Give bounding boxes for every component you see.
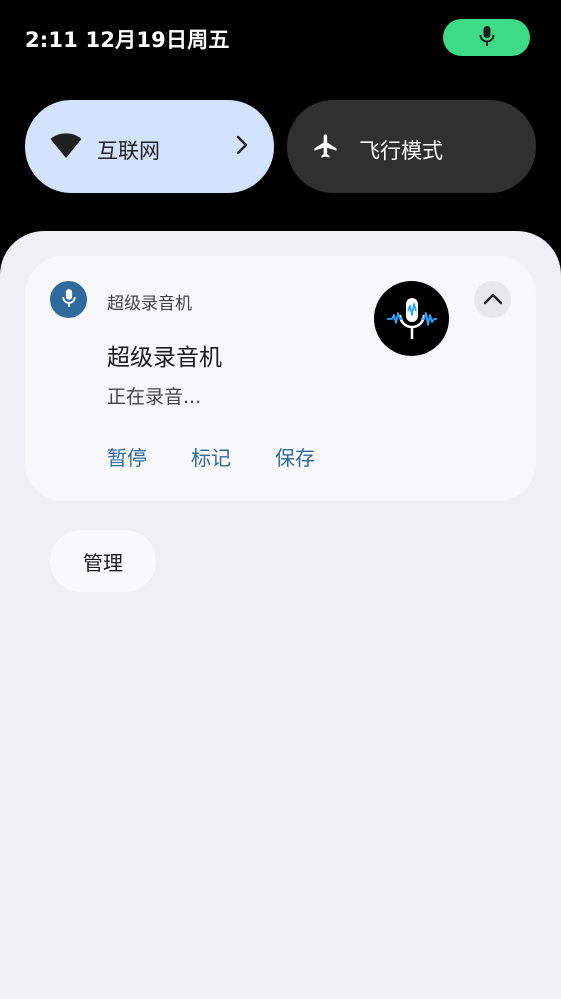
manage-notifications-button[interactable]: 管理 bbox=[50, 530, 156, 592]
mark-action-button[interactable]: 标记 bbox=[191, 442, 231, 471]
app-icon bbox=[50, 281, 87, 318]
mic-in-use-indicator[interactable] bbox=[443, 19, 530, 56]
notification-app-name: 超级录音机 bbox=[107, 294, 192, 314]
notification-actions: 暂停 标记 保存 bbox=[107, 442, 315, 471]
notification-title: 超级录音机 bbox=[107, 345, 222, 371]
quick-tile-internet-label: 互联网 bbox=[97, 139, 160, 163]
microphone-icon bbox=[61, 288, 77, 312]
wifi-icon bbox=[50, 133, 82, 159]
airplane-icon bbox=[312, 132, 340, 160]
notification-text: 正在录音... bbox=[107, 386, 202, 408]
quick-tile-internet[interactable]: 互联网 bbox=[25, 100, 274, 193]
status-bar-datetime: 2:11 12月19日周五 bbox=[25, 28, 230, 52]
save-action-button[interactable]: 保存 bbox=[275, 442, 315, 471]
quick-tile-airplane-mode[interactable]: 飞行模式 bbox=[287, 100, 536, 193]
pause-action-button[interactable]: 暂停 bbox=[107, 442, 147, 471]
collapse-notification-button[interactable] bbox=[474, 281, 511, 318]
chevron-up-icon bbox=[483, 290, 503, 309]
quick-tile-airplane-label: 飞行模式 bbox=[359, 139, 443, 163]
recording-mic-waveform-icon bbox=[374, 281, 449, 356]
recording-notification[interactable]: 超级录音机 超级录音机 正在录音... 暂停 标记 保存 bbox=[25, 256, 536, 501]
microphone-icon bbox=[478, 25, 496, 51]
chevron-right-icon bbox=[236, 135, 248, 159]
